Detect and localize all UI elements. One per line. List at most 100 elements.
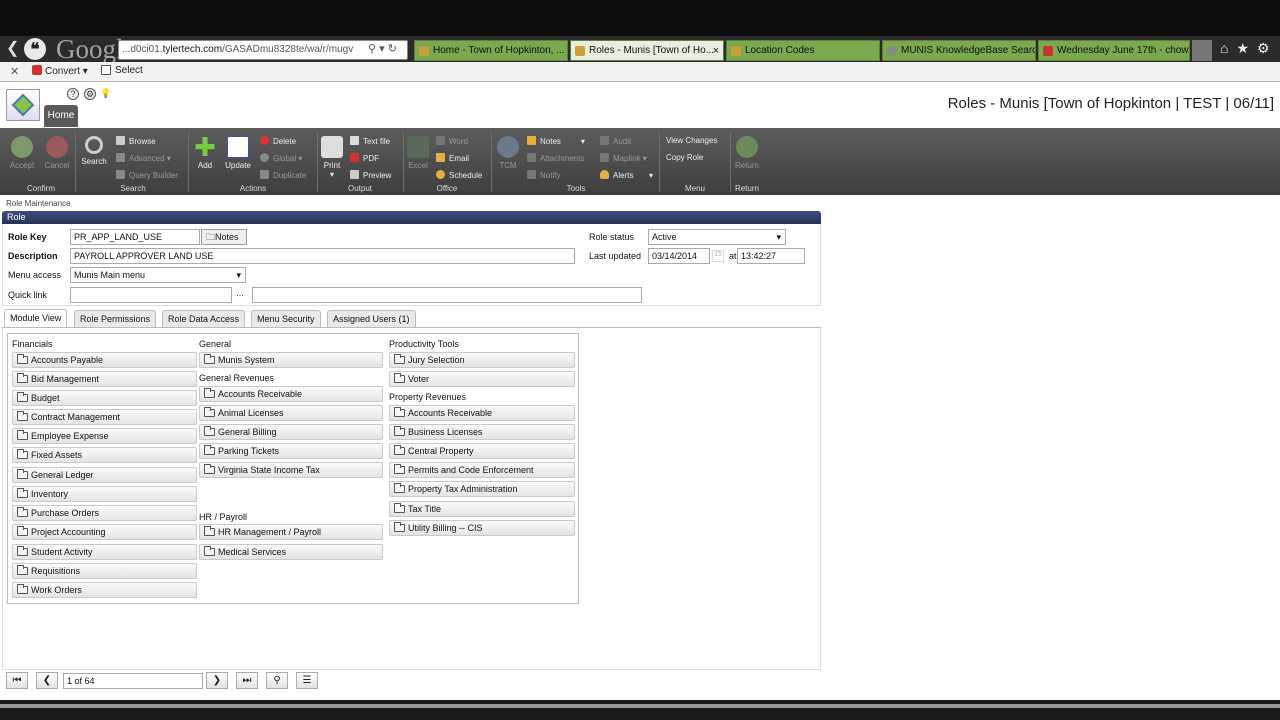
browser-tab-home[interactable]: Home - Town of Hopkinton, ... [414, 40, 568, 61]
close-tab-icon[interactable]: × [713, 41, 719, 60]
module-button[interactable]: Fixed Assets [12, 447, 197, 463]
browser-tab-mail[interactable]: Wednesday June 17th - chow... [1038, 40, 1190, 61]
module-button[interactable]: Tax Title [389, 501, 575, 517]
browser-tab-roles[interactable]: Roles - Munis [Town of Ho... × [570, 40, 724, 61]
tab-menu-security[interactable]: Menu Security [251, 310, 321, 327]
module-button[interactable]: Employee Expense [12, 428, 197, 444]
alerts-button[interactable]: Alerts ▾ [600, 170, 653, 180]
duplicate-button[interactable]: Duplicate [260, 170, 306, 180]
accept-button[interactable]: Accept [8, 136, 36, 170]
module-button[interactable]: HR Management / Payroll [199, 524, 383, 540]
quote-icon[interactable]: ❝ [24, 38, 46, 60]
close-icon[interactable]: ✕ [10, 65, 19, 78]
print-button[interactable]: Print ▾ [320, 136, 344, 179]
module-button[interactable]: Property Tax Administration [389, 481, 575, 497]
module-button[interactable]: Requisitions [12, 563, 197, 579]
quick-link-field[interactable] [70, 287, 232, 303]
module-button[interactable]: Student Activity [12, 544, 197, 560]
module-button[interactable]: Utility Billing -- CIS [389, 520, 575, 536]
settings-icon[interactable]: ⚙ [84, 88, 96, 100]
module-button[interactable]: Contract Management [12, 409, 197, 425]
delete-button[interactable]: Delete [260, 136, 296, 146]
gear-icon[interactable]: ⚙ [1257, 40, 1278, 56]
search-icon[interactable]: ⚲ [368, 43, 376, 55]
query-builder-button[interactable]: Query Builder [116, 170, 178, 180]
lightbulb-icon[interactable]: 💡 [100, 88, 112, 100]
add-button[interactable]: ✚ Add [192, 134, 218, 170]
role-key-field[interactable]: PR_APP_LAND_USE [70, 229, 200, 245]
last-updated-date-field[interactable]: 03/14/2014 [648, 248, 710, 264]
menu-access-select[interactable]: Munis Main menu [70, 267, 246, 283]
module-button[interactable]: Business Licenses [389, 424, 575, 440]
module-button[interactable]: Jury Selection [389, 352, 575, 368]
list-view-icon[interactable]: ☰ [296, 672, 318, 689]
select-button[interactable]: Select [115, 65, 143, 76]
module-button[interactable]: Inventory [12, 486, 197, 502]
calendar-icon[interactable]: 15 [712, 250, 724, 262]
star-icon[interactable]: ★ [1236, 40, 1257, 56]
back-arrow-icon[interactable]: ❮ [6, 40, 24, 58]
module-button[interactable]: General Ledger [12, 467, 197, 483]
preview-button[interactable]: Preview [350, 170, 391, 180]
tab-role-permissions[interactable]: Role Permissions [74, 310, 157, 327]
convert-button[interactable]: Convert ▾ [32, 65, 88, 77]
tcm-button[interactable]: TCM [496, 136, 520, 170]
module-button[interactable]: Central Property [389, 443, 575, 459]
maplink-button[interactable]: Maplink ▾ [600, 153, 647, 163]
role-status-select[interactable]: Active [648, 229, 786, 245]
find-record-icon[interactable]: ⚲ [266, 672, 288, 689]
search-button[interactable]: Search [80, 136, 108, 166]
pdf-button[interactable]: PDF [350, 153, 379, 163]
update-button[interactable]: Update [223, 136, 253, 170]
module-button[interactable]: Bid Management [12, 371, 197, 387]
word-button[interactable]: Word [436, 136, 468, 146]
global-button[interactable]: Global ▾ [260, 153, 302, 163]
attachments-button[interactable]: Attachments [527, 153, 584, 163]
notes-field-button[interactable]: 🗀Notes [201, 229, 247, 245]
notify-button[interactable]: Notify [527, 170, 560, 180]
module-button[interactable]: Medical Services [199, 544, 383, 560]
module-button[interactable]: Work Orders [12, 582, 197, 598]
view-changes-button[interactable]: View Changes [666, 136, 717, 145]
description-field[interactable]: PAYROLL APPROVER LAND USE [70, 248, 575, 264]
tab-module-view[interactable]: Module View [4, 309, 68, 328]
home-icon[interactable]: ⌂ [1220, 40, 1236, 56]
audit-button[interactable]: Audit [600, 136, 631, 146]
email-button[interactable]: Email [436, 153, 469, 163]
module-button[interactable]: Permits and Code Enforcement [389, 462, 575, 478]
refresh-icon[interactable]: ↻ [388, 43, 397, 55]
advanced-button[interactable]: Advanced ▾ [116, 153, 171, 163]
module-button[interactable]: Accounts Receivable [199, 386, 383, 402]
next-record-icon[interactable]: ❯ [206, 672, 228, 689]
help-icon[interactable]: ? [67, 88, 79, 100]
notes-button[interactable]: Notes ▾ [527, 136, 585, 146]
module-button[interactable]: Purchase Orders [12, 505, 197, 521]
excel-button[interactable]: Excel [406, 136, 430, 170]
module-button[interactable]: Voter [389, 371, 575, 387]
last-record-icon[interactable]: ⏭ [236, 672, 258, 689]
first-record-icon[interactable]: ⏮ [6, 672, 28, 689]
cancel-button[interactable]: Cancel [42, 136, 72, 170]
copy-role-button[interactable]: Copy Role [666, 153, 703, 162]
module-button[interactable]: Virginia State Income Tax [199, 462, 383, 478]
tab-role-data-access[interactable]: Role Data Access [162, 310, 246, 327]
browser-tab-knowledgebase[interactable]: MUNIS KnowledgeBase Searc... [882, 40, 1036, 61]
select-icon[interactable] [101, 65, 111, 75]
module-button[interactable]: Parking Tickets [199, 443, 383, 459]
previous-record-icon[interactable]: ❮ [36, 672, 58, 689]
quick-link-lookup-button[interactable]: ... [232, 287, 248, 303]
last-updated-time-field[interactable]: 13:42:27 [737, 248, 805, 264]
module-button[interactable]: Accounts Payable [12, 352, 197, 368]
module-button[interactable]: Munis System [199, 352, 383, 368]
chevron-down-icon[interactable]: ▾ [379, 43, 385, 55]
home-tab[interactable]: Home [44, 105, 78, 127]
browse-button[interactable]: Browse [116, 136, 156, 146]
tab-assigned-users[interactable]: Assigned Users (1) [327, 310, 416, 327]
module-button[interactable]: Animal Licenses [199, 405, 383, 421]
schedule-button[interactable]: Schedule [436, 170, 482, 180]
text-file-button[interactable]: Text file [350, 136, 390, 146]
url-controls[interactable]: ⚲ ▾ ↻ [368, 42, 397, 55]
quick-link-description-field[interactable] [252, 287, 642, 303]
module-button[interactable]: Project Accounting [12, 524, 197, 540]
module-button[interactable]: Budget [12, 390, 197, 406]
